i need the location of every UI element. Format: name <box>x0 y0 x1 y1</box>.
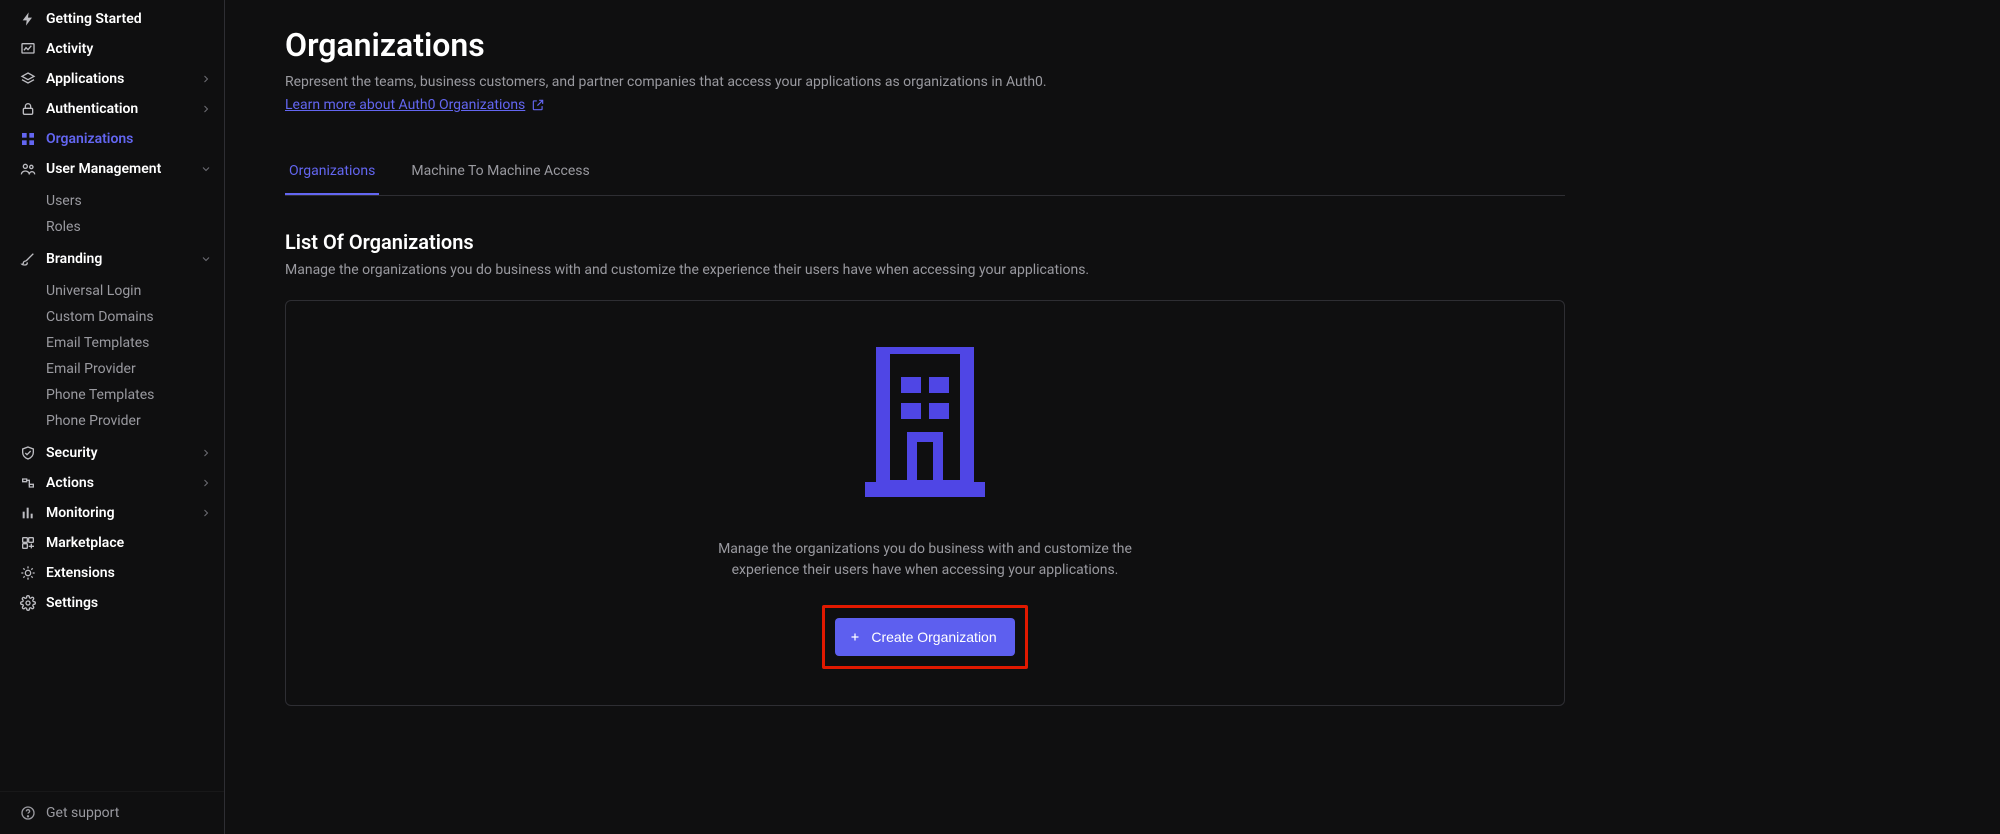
sidebar-item-applications[interactable]: Applications <box>0 64 224 94</box>
shield-icon <box>20 445 36 461</box>
sidebar-item-organizations[interactable]: Organizations <box>0 124 224 154</box>
create-organization-button[interactable]: Create Organization <box>835 618 1014 656</box>
sidebar-item-authentication[interactable]: Authentication <box>0 94 224 124</box>
sidebar-footer: Get support <box>0 791 224 834</box>
sidebar-subitem-email-templates[interactable]: Email Templates <box>0 330 224 356</box>
sidebar-item-label: Activity <box>46 41 212 57</box>
sidebar-item-label: Authentication <box>46 101 200 117</box>
section-title: List Of Organizations <box>285 230 1565 254</box>
sidebar-item-marketplace[interactable]: Marketplace <box>0 528 224 558</box>
sidebar-subitem-roles[interactable]: Roles <box>0 214 224 240</box>
sidebar-item-activity[interactable]: Activity <box>0 34 224 64</box>
chevron-right-icon <box>200 477 212 489</box>
sidebar-item-get-support[interactable]: Get support <box>0 798 224 828</box>
grid-icon <box>20 131 36 147</box>
learn-more-link[interactable]: Learn more about Auth0 Organizations <box>285 97 545 113</box>
sidebar-item-security[interactable]: Security <box>0 438 224 468</box>
chevron-right-icon <box>200 447 212 459</box>
store-icon <box>20 535 36 551</box>
chart-line-icon <box>20 41 36 57</box>
sidebar-item-label: Security <box>46 445 200 461</box>
sidebar-item-actions[interactable]: Actions <box>0 468 224 498</box>
brush-icon <box>20 251 36 267</box>
empty-state-description: Manage the organizations you do business… <box>705 539 1145 581</box>
main-content: Organizations Represent the teams, busin… <box>225 0 1625 834</box>
highlight-box: Create Organization <box>822 605 1027 669</box>
sidebar-item-label: Monitoring <box>46 505 200 521</box>
layers-icon <box>20 71 36 87</box>
tab-organizations[interactable]: Organizations <box>285 151 379 195</box>
sidebar-item-monitoring[interactable]: Monitoring <box>0 498 224 528</box>
sidebar-item-label: Organizations <box>46 131 212 147</box>
sidebar-item-label: Marketplace <box>46 535 212 551</box>
chevron-right-icon <box>200 507 212 519</box>
lock-icon <box>20 101 36 117</box>
chevron-down-icon <box>200 163 212 175</box>
tab-machine-to-machine-access[interactable]: Machine To Machine Access <box>407 151 593 195</box>
flow-icon <box>20 475 36 491</box>
external-link-icon <box>531 98 545 112</box>
sidebar-item-label: User Management <box>46 161 200 177</box>
sidebar-item-label: Getting Started <box>46 11 212 27</box>
sidebar-item-settings[interactable]: Settings <box>0 588 224 618</box>
sidebar-footer-label: Get support <box>46 805 212 821</box>
empty-state-panel: Manage the organizations you do business… <box>285 300 1565 706</box>
sidebar-item-extensions[interactable]: Extensions <box>0 558 224 588</box>
sidebar-subitem-users[interactable]: Users <box>0 188 224 214</box>
chevron-right-icon <box>200 103 212 115</box>
chevron-right-icon <box>200 73 212 85</box>
plus-icon <box>849 631 861 643</box>
sidebar-subitem-phone-templates[interactable]: Phone Templates <box>0 382 224 408</box>
help-icon <box>20 805 36 821</box>
sidebar-subitem-universal-login[interactable]: Universal Login <box>0 278 224 304</box>
sidebar-item-getting-started[interactable]: Getting Started <box>0 4 224 34</box>
chevron-down-icon <box>200 253 212 265</box>
tabs: Organizations Machine To Machine Access <box>285 151 1565 196</box>
create-organization-label: Create Organization <box>871 629 996 645</box>
sidebar-subitem-custom-domains[interactable]: Custom Domains <box>0 304 224 330</box>
sidebar-subitem-phone-provider[interactable]: Phone Provider <box>0 408 224 434</box>
sidebar: Getting Started Activity Applications Authe… <box>0 0 225 834</box>
puzzle-icon <box>20 565 36 581</box>
users-icon <box>20 161 36 177</box>
sidebar-item-label: Applications <box>46 71 200 87</box>
sidebar-submenu-branding: Universal LoginCustom DomainsEmail Templ… <box>0 274 224 438</box>
page-description: Represent the teams, business customers,… <box>285 72 1565 93</box>
gear-icon <box>20 595 36 611</box>
sidebar-item-label: Actions <box>46 475 200 491</box>
sidebar-item-user-management[interactable]: User Management <box>0 154 224 184</box>
learn-more-label: Learn more about Auth0 Organizations <box>285 97 525 113</box>
sidebar-nav: Getting Started Activity Applications Authe… <box>0 4 224 791</box>
page-title: Organizations <box>285 26 1565 64</box>
building-icon <box>865 347 985 497</box>
sidebar-item-branding[interactable]: Branding <box>0 244 224 274</box>
sidebar-submenu-user-management: UsersRoles <box>0 184 224 244</box>
sidebar-item-label: Extensions <box>46 565 212 581</box>
bolt-icon <box>20 11 36 27</box>
section-description: Manage the organizations you do business… <box>285 262 1565 278</box>
sidebar-item-label: Branding <box>46 251 200 267</box>
sidebar-subitem-email-provider[interactable]: Email Provider <box>0 356 224 382</box>
bars-icon <box>20 505 36 521</box>
sidebar-item-label: Settings <box>46 595 212 611</box>
